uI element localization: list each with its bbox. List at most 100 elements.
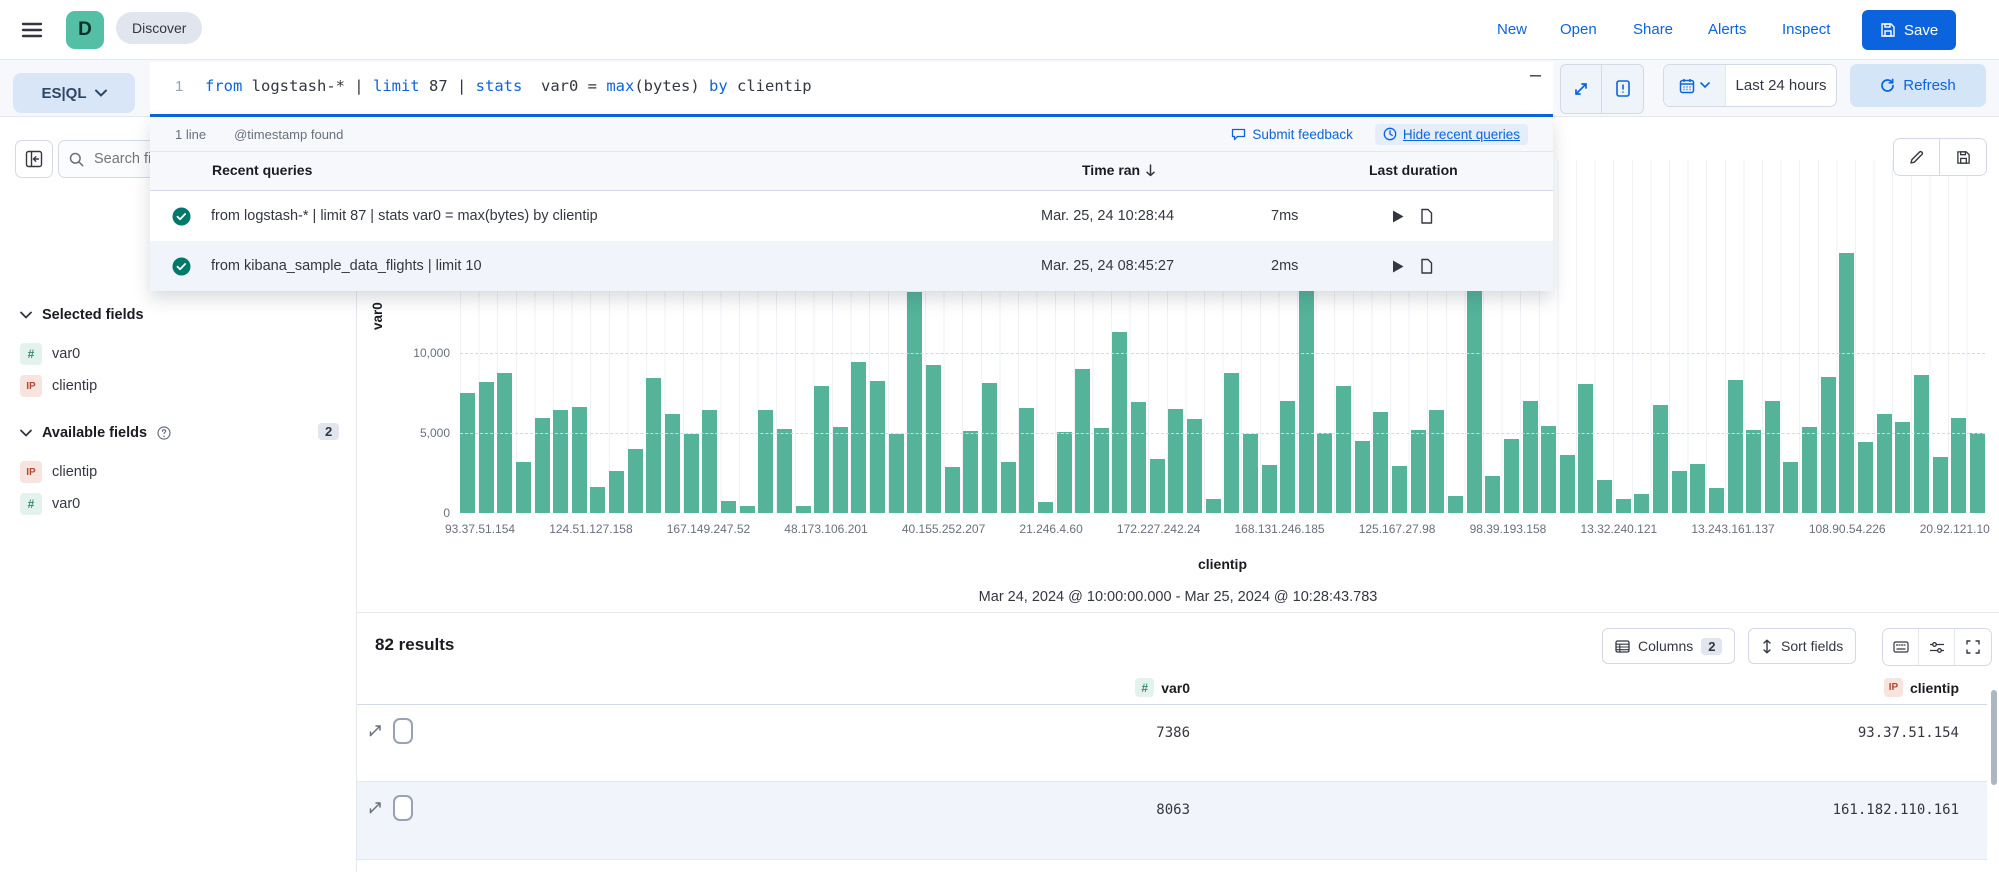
column-header-var0[interactable]: # var0 xyxy=(1135,678,1190,697)
histogram-bar[interactable] xyxy=(1411,430,1426,513)
histogram-bar[interactable] xyxy=(1970,433,1985,513)
histogram-bar[interactable] xyxy=(1485,476,1500,513)
available-fields-header[interactable]: Available fields xyxy=(20,425,171,441)
histogram-bar[interactable] xyxy=(1467,287,1482,513)
histogram-bar[interactable] xyxy=(1709,488,1724,513)
histogram-bar[interactable] xyxy=(1653,405,1668,513)
histogram-bar[interactable] xyxy=(1616,499,1631,513)
run-query-icon[interactable] xyxy=(1391,209,1405,224)
row-checkbox[interactable] xyxy=(393,795,413,821)
histogram-bar[interactable] xyxy=(1690,464,1705,513)
expand-editor-button[interactable] xyxy=(1560,64,1602,114)
expand-row-icon[interactable] xyxy=(368,723,383,738)
col-time-ran[interactable]: Time ran xyxy=(1082,162,1156,178)
histogram-bar[interactable] xyxy=(1243,434,1258,513)
histogram-bar[interactable] xyxy=(740,506,755,513)
recent-query-row[interactable]: from logstash-* | limit 87 | stats var0 … xyxy=(150,191,1553,241)
histogram-bar[interactable] xyxy=(479,382,494,513)
fullscreen-button[interactable] xyxy=(1955,629,1991,665)
histogram-bar[interactable] xyxy=(1634,494,1649,513)
row-checkbox[interactable] xyxy=(393,718,413,744)
column-header-clientip[interactable]: IP clientip xyxy=(1884,678,1959,697)
histogram-bar[interactable] xyxy=(1597,480,1612,513)
histogram-bar[interactable] xyxy=(1280,401,1295,513)
histogram-bar[interactable] xyxy=(1373,412,1388,513)
nav-open[interactable]: Open xyxy=(1560,21,1597,38)
histogram-bar[interactable] xyxy=(1523,401,1538,513)
histogram-bar[interactable] xyxy=(1858,442,1873,513)
histogram-bar[interactable] xyxy=(1504,439,1519,513)
histogram-bar[interactable] xyxy=(646,378,661,513)
histogram-bar[interactable] xyxy=(1448,496,1463,513)
histogram-bar[interactable] xyxy=(1336,386,1351,513)
histogram-bar[interactable] xyxy=(1560,455,1575,513)
copy-query-icon[interactable] xyxy=(1419,208,1434,225)
histogram-bar[interactable] xyxy=(1262,465,1277,513)
histogram-bar[interactable] xyxy=(1877,414,1892,513)
histogram-bar[interactable] xyxy=(777,429,792,513)
histogram-bar[interactable] xyxy=(758,410,773,513)
histogram-bar[interactable] xyxy=(1206,499,1221,513)
histogram-bar[interactable] xyxy=(1429,410,1444,513)
histogram-bar[interactable] xyxy=(833,427,848,513)
help-icon[interactable] xyxy=(157,426,171,440)
histogram-bar[interactable] xyxy=(963,431,978,513)
date-picker-menu-button[interactable] xyxy=(1664,65,1726,106)
selected-fields-header[interactable]: Selected fields xyxy=(20,307,144,323)
histogram-bar[interactable] xyxy=(1131,402,1146,513)
histogram-bar[interactable] xyxy=(1895,422,1910,513)
histogram-bar[interactable] xyxy=(1765,401,1780,513)
hamburger-menu-icon[interactable] xyxy=(20,18,44,42)
histogram-bar[interactable] xyxy=(609,471,624,513)
copy-query-icon[interactable] xyxy=(1419,258,1434,275)
save-button[interactable]: Save xyxy=(1862,10,1956,50)
histogram-bar[interactable] xyxy=(1839,253,1854,513)
histogram-bar[interactable] xyxy=(1299,290,1314,513)
field-item-var0-available[interactable]: # var0 xyxy=(20,493,80,515)
histogram-bar[interactable] xyxy=(665,414,680,513)
hide-recent-queries-link[interactable]: Hide recent queries xyxy=(1375,124,1528,145)
histogram-bar[interactable] xyxy=(1821,377,1836,513)
histogram-bar[interactable] xyxy=(1019,408,1034,513)
project-logo[interactable]: D xyxy=(66,11,104,49)
histogram-bar[interactable] xyxy=(1783,462,1798,513)
keyboard-shortcuts-button[interactable] xyxy=(1883,629,1919,665)
field-item-clientip-available[interactable]: IP clientip xyxy=(20,461,97,483)
histogram-bar[interactable] xyxy=(590,487,605,513)
histogram-bar[interactable] xyxy=(889,434,904,513)
histogram-bar[interactable] xyxy=(553,410,568,513)
submit-feedback-link[interactable]: Submit feedback xyxy=(1231,127,1353,142)
field-item-clientip[interactable]: IP clientip xyxy=(20,375,97,397)
documentation-button[interactable] xyxy=(1602,64,1644,114)
save-visualization-button[interactable] xyxy=(1940,139,1986,175)
sort-fields-button[interactable]: Sort fields xyxy=(1748,628,1856,664)
histogram-bar[interactable] xyxy=(907,292,922,513)
histogram-bar[interactable] xyxy=(814,386,829,513)
collapse-sidebar-button[interactable] xyxy=(15,140,53,178)
histogram-bar[interactable] xyxy=(851,362,866,513)
refresh-button[interactable]: Refresh xyxy=(1850,64,1986,107)
histogram-bar[interactable] xyxy=(1038,502,1053,513)
columns-button[interactable]: Columns 2 xyxy=(1602,628,1735,664)
nav-inspect[interactable]: Inspect xyxy=(1782,21,1830,38)
histogram-bar[interactable] xyxy=(1914,375,1929,513)
histogram-bar[interactable] xyxy=(572,407,587,513)
histogram-bar[interactable] xyxy=(1541,426,1556,513)
nav-alerts[interactable]: Alerts xyxy=(1708,21,1746,38)
query-text[interactable]: from logstash-* | limit 87 | stats var0 … xyxy=(205,77,812,95)
histogram-bar[interactable] xyxy=(1075,369,1090,513)
histogram-bar[interactable] xyxy=(1933,457,1948,513)
histogram-bar[interactable] xyxy=(1578,384,1593,513)
edit-visualization-button[interactable] xyxy=(1894,139,1940,175)
recent-query-row[interactable]: from kibana_sample_data_flights | limit … xyxy=(150,241,1553,291)
histogram-bar[interactable] xyxy=(721,501,736,513)
vertical-scrollbar[interactable] xyxy=(1991,690,1997,785)
expand-row-icon[interactable] xyxy=(368,800,383,815)
histogram-bar[interactable] xyxy=(870,381,885,513)
histogram-bar[interactable] xyxy=(1392,466,1407,513)
histogram-bar[interactable] xyxy=(945,467,960,513)
histogram-bar[interactable] xyxy=(1001,462,1016,513)
histogram-bar[interactable] xyxy=(1317,433,1332,513)
histogram-bar[interactable] xyxy=(516,462,531,513)
histogram-bar[interactable] xyxy=(1168,409,1183,513)
